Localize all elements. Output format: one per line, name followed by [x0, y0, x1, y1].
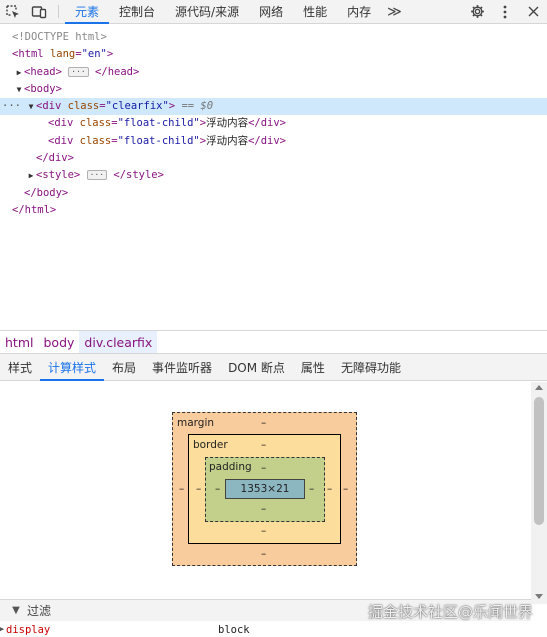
border-left-value[interactable]: –: [196, 483, 201, 495]
tag-name: div: [54, 134, 74, 147]
close-tag: </div>: [248, 117, 287, 130]
dom-node-body-close[interactable]: </body>: [0, 185, 547, 202]
selected-node-marker: == $0: [181, 100, 214, 113]
attr-name: class: [67, 100, 100, 113]
border-bottom-value[interactable]: –: [261, 525, 266, 537]
dom-tree: <!DOCTYPE html> <html lang="en"> ▶ <head>…: [0, 25, 547, 330]
collapsed-ellipsis-button[interactable]: ···: [86, 170, 108, 181]
tab-console[interactable]: 控制台: [109, 0, 165, 23]
node-actions-dots-icon[interactable]: ···: [2, 98, 21, 115]
close-tag: </body>: [24, 186, 69, 199]
expand-triangle-icon[interactable]: ▶: [0, 625, 4, 633]
margin-right-value[interactable]: –: [343, 483, 348, 495]
dom-node-html[interactable]: <html lang="en">: [0, 46, 547, 63]
scroll-up-arrow-icon[interactable]: [535, 385, 543, 390]
collapse-triangle-icon[interactable]: ▼: [14, 81, 24, 98]
attr-name: class: [79, 134, 112, 147]
dom-node-div-close[interactable]: </div>: [0, 150, 547, 167]
breadcrumb: html body div.clearfix: [0, 330, 547, 354]
filter-funnel-icon: ▼: [12, 605, 20, 616]
tag-name: div: [42, 100, 62, 113]
tab-layout[interactable]: 布局: [104, 354, 144, 380]
collapsed-ellipsis-button[interactable]: ···: [68, 66, 89, 77]
dom-node-body[interactable]: ▼ <body>: [0, 81, 547, 98]
sidebar-tabs: 样式 计算样式 布局 事件监听器 DOM 断点 属性 无障碍功能: [0, 354, 547, 381]
border-right-value[interactable]: –: [327, 483, 332, 495]
dom-node-head[interactable]: ▶ <head> ··· </head>: [0, 64, 547, 81]
box-model-content[interactable]: 1353×21: [225, 479, 305, 499]
scroll-down-arrow-icon[interactable]: [535, 594, 543, 599]
padding-right-value[interactable]: –: [309, 483, 314, 495]
dom-node-html-close[interactable]: </html>: [0, 202, 547, 219]
close-tag: </html>: [12, 203, 57, 216]
border-top-value[interactable]: –: [261, 439, 266, 451]
padding-label: padding: [209, 461, 252, 473]
tab-event-listeners[interactable]: 事件监听器: [144, 354, 220, 380]
dom-node-div-clearfix-selected[interactable]: ··· ▼ <div class="clearfix"> == $0: [0, 98, 547, 116]
tab-elements[interactable]: 元素: [65, 0, 110, 24]
head-close-tag: </head>: [95, 65, 140, 78]
expand-triangle-icon[interactable]: ▶: [14, 64, 24, 81]
tab-sources[interactable]: 源代码/来源: [165, 0, 249, 23]
tag-name: html: [18, 48, 44, 61]
margin-label: margin: [177, 417, 215, 429]
close-tag: </div>: [36, 152, 74, 165]
property-value: block: [218, 624, 250, 636]
property-name: display: [6, 624, 51, 636]
watermark: 掘金技术社区@乐闻世界: [367, 603, 533, 621]
dom-node-float-child[interactable]: <div class="float-child">浮动内容</div>: [0, 133, 547, 150]
body-open-tag: <body>: [24, 82, 62, 95]
doctype-text: <!DOCTYPE html>: [12, 31, 107, 43]
head-open-tag: <head>: [24, 65, 62, 78]
inspect-element-icon[interactable]: [0, 0, 26, 23]
toolbar-divider: [58, 5, 59, 18]
attr-value: "clearfix": [105, 100, 169, 113]
tab-memory[interactable]: 内存: [337, 0, 381, 23]
margin-bottom-value[interactable]: –: [261, 548, 266, 560]
padding-left-value[interactable]: –: [215, 483, 220, 495]
computed-panel: margin – – – – border – – – – padding – …: [0, 382, 547, 637]
more-options-icon[interactable]: [491, 5, 519, 19]
breadcrumb-item-body[interactable]: body: [38, 335, 79, 350]
expand-triangle-icon[interactable]: ▶: [26, 167, 36, 184]
tab-styles[interactable]: 样式: [0, 354, 40, 380]
dom-node-doctype[interactable]: <!DOCTYPE html>: [0, 29, 547, 46]
attr-name: lang: [49, 48, 76, 61]
tag-name: div: [54, 117, 74, 130]
text-node: 浮动内容: [206, 117, 249, 130]
dom-node-style[interactable]: ▶ <style> ··· </style>: [0, 167, 547, 184]
text-node: 浮动内容: [206, 134, 249, 147]
tab-performance[interactable]: 性能: [293, 0, 337, 23]
breadcrumb-item-div-clearfix[interactable]: div.clearfix: [79, 331, 158, 353]
tab-accessibility[interactable]: 无障碍功能: [333, 354, 409, 380]
border-label: border: [193, 439, 228, 451]
collapse-triangle-icon[interactable]: ▼: [26, 98, 36, 115]
tab-network[interactable]: 网络: [249, 0, 293, 23]
padding-bottom-value[interactable]: –: [261, 503, 266, 515]
style-close-tag: </style>: [113, 169, 164, 182]
style-open-tag: <style>: [36, 169, 81, 182]
padding-top-value[interactable]: –: [261, 462, 266, 474]
close-tag: </div>: [248, 134, 287, 147]
settings-gear-icon[interactable]: [463, 4, 491, 19]
scrollbar[interactable]: [531, 382, 547, 604]
device-toolbar-icon[interactable]: [26, 0, 52, 23]
attr-value: "float-child": [117, 134, 200, 147]
attr-name: class: [79, 117, 112, 130]
dom-node-float-child[interactable]: <div class="float-child">浮动内容</div>: [0, 115, 547, 132]
attr-value: "float-child": [117, 117, 200, 130]
more-tabs-chevron-icon[interactable]: ≫: [381, 0, 408, 23]
close-icon[interactable]: [519, 6, 547, 17]
margin-left-value[interactable]: –: [179, 483, 184, 495]
margin-top-value[interactable]: –: [261, 417, 266, 429]
scrollbar-thumb[interactable]: [534, 397, 544, 525]
filter-input[interactable]: 过滤: [27, 602, 51, 619]
breadcrumb-item-html[interactable]: html: [0, 335, 38, 350]
devtools-toolbar: 元素 控制台 源代码/来源 网络 性能 内存 ≫: [0, 0, 547, 24]
tab-dom-breakpoints[interactable]: DOM 断点: [220, 354, 293, 380]
tab-computed[interactable]: 计算样式: [40, 354, 105, 381]
computed-property-row[interactable]: ▶ display block: [0, 622, 547, 637]
attr-value: "en": [81, 48, 107, 61]
tab-properties[interactable]: 属性: [293, 354, 333, 380]
